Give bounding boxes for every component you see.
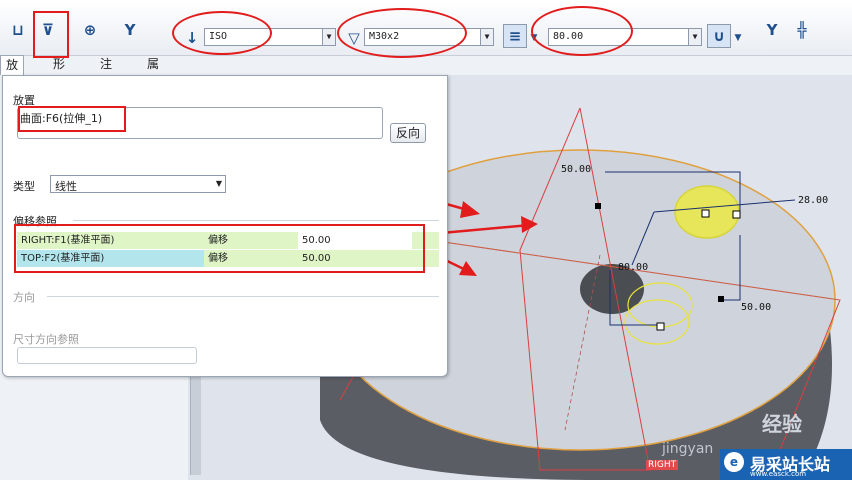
- dim-ref-collector[interactable]: [17, 347, 197, 364]
- annotation-box: [14, 224, 425, 273]
- divider: [47, 296, 439, 297]
- dim-label: 50.00: [741, 302, 772, 313]
- annotation-box: [18, 106, 126, 132]
- site-url: www.easck.com: [750, 470, 807, 478]
- handle: [732, 210, 741, 219]
- handle: [595, 203, 601, 209]
- dim-ref-label: 尺寸方向参照: [13, 333, 79, 346]
- site-logo-icon: e: [724, 452, 744, 472]
- type-label: 类型: [13, 180, 35, 193]
- plane-label: RIGHT: [646, 460, 679, 470]
- handle: [656, 322, 665, 331]
- direction-label: 方向: [13, 291, 35, 304]
- watermark: 经验: [762, 412, 802, 436]
- type-value: 线性: [55, 180, 77, 193]
- chevron-down-icon[interactable]: ▼: [213, 176, 225, 192]
- dim-label: 80.00: [618, 262, 649, 273]
- handle: [718, 296, 724, 302]
- flip-button[interactable]: 反向: [390, 123, 426, 143]
- dim-label: 28.00: [798, 195, 829, 206]
- placement-panel: 放置 曲面:F6(拉伸_1) 反向 类型 线性 ▼ 偏移参照 RIGHT:F1(…: [2, 75, 448, 377]
- divider: [73, 220, 439, 221]
- watermark: jingyan: [662, 441, 714, 457]
- site-logo: e 易采站长站 www.easck.com: [720, 449, 852, 480]
- dim-label: 50.00: [561, 164, 592, 175]
- type-select[interactable]: 线性 ▼: [50, 175, 226, 193]
- handle: [701, 209, 710, 218]
